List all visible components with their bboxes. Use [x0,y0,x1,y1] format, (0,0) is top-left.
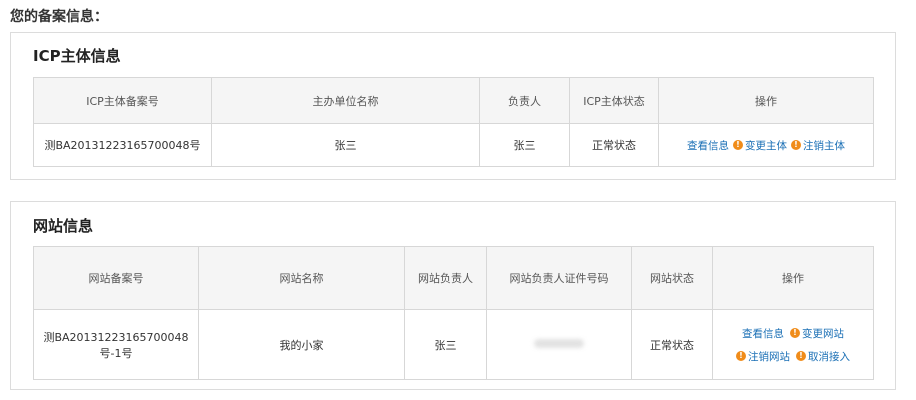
site-header-owner-id: 网站负责人证件号码 [486,246,632,310]
icp-status: 正常状态 [569,123,659,167]
icp-header-record-no: ICP主体备案号 [33,77,212,124]
view-site-link[interactable]: 查看信息 [742,326,784,341]
page-title: 您的备案信息： [10,9,108,25]
icp-info-panel: ICP主体信息 ICP主体备案号 主办单位名称 负责人 ICP主体状态 操作 测… [10,32,896,180]
view-icp-link[interactable]: 查看信息 [687,138,729,153]
table-row: 测BA20131223165700048号-1号 我的小家 张三 正常状态 查看… [33,309,874,380]
warning-circle-icon: ! [790,328,800,338]
redacted-id [534,339,584,348]
cancel-icp-link[interactable]: 注销主体 [803,138,845,153]
site-header-record-no: 网站备案号 [33,246,199,310]
site-record-no: 测BA20131223165700048号-1号 [33,309,199,380]
site-owner-id [486,309,632,380]
site-name: 我的小家 [198,309,405,380]
site-panel-title: 网站信息 [33,217,94,235]
icp-table: ICP主体备案号 主办单位名称 负责人 ICP主体状态 操作 测BA201312… [33,77,874,167]
warning-circle-icon: ! [733,140,743,150]
site-header-owner: 网站负责人 [404,246,487,310]
warning-circle-icon: ! [791,140,801,150]
icp-header-owner: 负责人 [479,77,570,124]
site-table-header-row: 网站备案号 网站名称 网站负责人 网站负责人证件号码 网站状态 操作 [33,246,874,310]
site-status: 正常状态 [631,309,713,380]
icp-owner: 张三 [479,123,570,167]
unlink-site-link[interactable]: 取消接入 [808,349,850,364]
icp-table-header-row: ICP主体备案号 主办单位名称 负责人 ICP主体状态 操作 [33,77,874,124]
icp-org-name: 张三 [211,123,480,167]
warning-circle-icon: ! [796,351,806,361]
icp-header-status: ICP主体状态 [569,77,659,124]
site-ops-cell: 查看信息 ! 变更网站 ! 注销网站 ! 取消接入 [712,309,874,380]
site-header-status: 网站状态 [631,246,713,310]
site-table: 网站备案号 网站名称 网站负责人 网站负责人证件号码 网站状态 操作 测BA20… [33,246,874,380]
table-row: 测BA20131223165700048号 张三 张三 正常状态 查看信息 ! … [33,123,874,167]
site-header-name: 网站名称 [198,246,405,310]
warning-circle-icon: ! [736,351,746,361]
site-header-ops: 操作 [712,246,874,310]
cancel-site-link[interactable]: 注销网站 [748,349,790,364]
change-icp-link[interactable]: 变更主体 [745,138,787,153]
icp-header-org-name: 主办单位名称 [211,77,480,124]
site-info-panel: 网站信息 网站备案号 网站名称 网站负责人 网站负责人证件号码 网站状态 操作 … [10,201,896,390]
change-site-link[interactable]: 变更网站 [802,326,844,341]
icp-header-ops: 操作 [658,77,874,124]
icp-record-no: 测BA20131223165700048号 [33,123,212,167]
site-owner: 张三 [404,309,487,380]
icp-ops-cell: 查看信息 ! 变更主体 ! 注销主体 [658,123,874,167]
icp-panel-title: ICP主体信息 [33,47,121,65]
